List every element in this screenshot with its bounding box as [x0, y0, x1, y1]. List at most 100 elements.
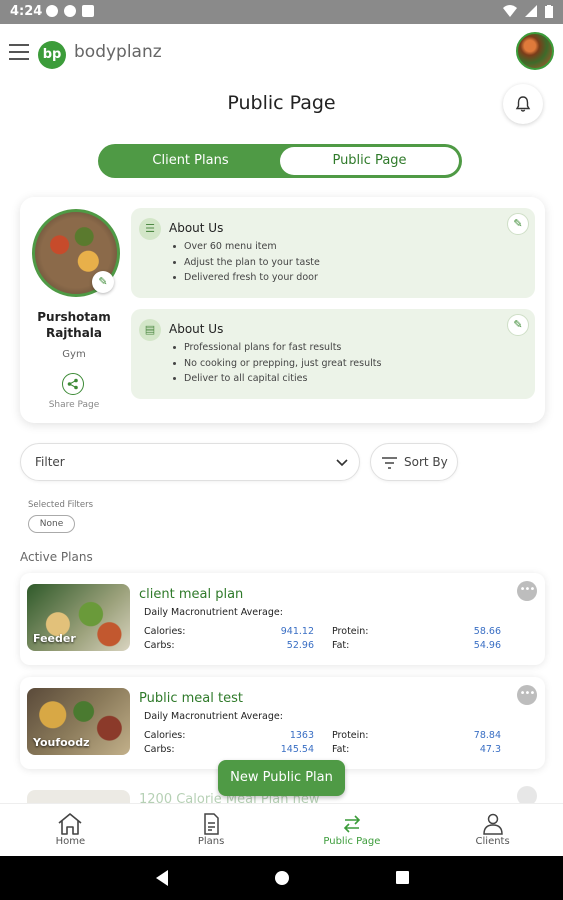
page-title: Public Page — [227, 92, 336, 114]
more-options-button[interactable]: ••• — [517, 581, 537, 601]
about-item: Professional plans for fast results — [173, 340, 381, 356]
fat-value: 54.96 — [473, 640, 501, 651]
carbs-row: Carbs: 52.96 — [144, 639, 314, 653]
edit-photo-button[interactable]: ✎ — [92, 271, 114, 293]
recent-apps-icon[interactable] — [396, 871, 409, 884]
menu-icon[interactable] — [9, 44, 29, 60]
about-title: About Us — [169, 221, 224, 235]
system-icons — [503, 5, 553, 18]
swap-arrows-icon — [343, 815, 361, 833]
nav-label: Plans — [197, 836, 225, 847]
sd-card-icon — [82, 5, 94, 17]
bell-icon — [515, 96, 531, 112]
protein-value: 78.84 — [473, 730, 501, 741]
nav-label: Public Page — [323, 836, 381, 847]
tab-public-page[interactable]: Public Page — [280, 147, 459, 175]
pencil-icon: ✎ — [513, 217, 523, 230]
fat-label: Fat: — [332, 744, 350, 755]
fat-row: Fat: 54.96 — [332, 639, 501, 653]
tab-client-plans[interactable]: Client Plans — [101, 147, 280, 175]
plan-title[interactable]: Public meal test — [139, 691, 243, 706]
calories-value: 1363 — [289, 730, 314, 741]
app-bar: bp bodyplanz — [0, 24, 563, 80]
about-title: About Us — [169, 322, 224, 336]
plan-macro-heading: Daily Macronutrient Average: — [144, 607, 283, 618]
fat-row: Fat: 47.3 — [332, 743, 501, 757]
share-button[interactable] — [62, 373, 84, 395]
more-options-button[interactable]: ••• — [517, 685, 537, 705]
brand-logo: bp — [38, 41, 66, 69]
nav-plans[interactable]: Plans — [141, 804, 282, 856]
status-time: 4:24 — [10, 4, 43, 19]
status-bar: 4:24 — [0, 0, 563, 24]
carbs-label: Carbs: — [144, 640, 175, 651]
system-navigation-bar — [0, 856, 563, 900]
calories-label: Calories: — [144, 626, 186, 637]
pencil-icon: ✎ — [513, 318, 523, 331]
fat-label: Fat: — [332, 640, 350, 651]
more-horizontal-icon: ••• — [519, 584, 536, 595]
signal-icon — [525, 5, 537, 17]
calories-row: Calories: 1363 — [144, 729, 314, 743]
document-icon — [204, 813, 219, 835]
carbs-value: 145.54 — [280, 744, 314, 755]
nav-home[interactable]: Home — [0, 804, 141, 856]
plan-brand: Youfoodz — [33, 736, 90, 749]
edit-about-button[interactable]: ✎ — [507, 314, 529, 336]
battery-icon — [545, 5, 553, 18]
plans-toggle: Client Plans Public Page — [98, 144, 462, 178]
about-section: ☰ About Us Over 60 menu item Adjust the … — [131, 208, 535, 298]
about-section: ▤ About Us Professional plans for fast r… — [131, 309, 535, 399]
about-item: Delivered fresh to your door — [173, 270, 320, 286]
about-item: Deliver to all capital cities — [173, 371, 381, 387]
carbs-label: Carbs: — [144, 744, 175, 755]
sort-button[interactable]: Sort By — [370, 443, 458, 481]
about-item: Adjust the plan to your taste — [173, 255, 320, 271]
more-horizontal-icon: ••• — [519, 688, 536, 699]
about-list: Over 60 menu item Adjust the plan to you… — [173, 239, 320, 286]
plan-image: Youfoodz — [27, 688, 130, 755]
home-circle-icon[interactable] — [275, 871, 289, 885]
sort-label: Sort By — [404, 455, 448, 469]
nav-label: Clients — [475, 836, 510, 847]
notifications-button[interactable] — [503, 84, 543, 124]
profile-card: ✎ Purshotam Rajthala Gym Share Page ☰ Ab… — [20, 197, 545, 423]
active-plans-heading: Active Plans — [20, 550, 93, 564]
share-page-label[interactable]: Share Page — [26, 400, 122, 410]
pencil-icon: ✎ — [98, 275, 108, 288]
profile-name: Purshotam Rajthala — [37, 310, 111, 340]
nav-clients[interactable]: Clients — [422, 804, 563, 856]
carbs-value: 52.96 — [286, 640, 314, 651]
nav-public-page[interactable]: Public Page — [282, 804, 423, 856]
brand-name: bodyplanz — [74, 42, 162, 62]
home-icon — [58, 813, 82, 835]
about-icon: ☰ — [139, 218, 161, 240]
notification-icons — [46, 5, 94, 17]
selected-filter-chip[interactable]: None — [28, 515, 75, 533]
edit-about-button[interactable]: ✎ — [507, 213, 529, 235]
bottom-navigation: Home Plans Public Page Clients — [0, 803, 563, 856]
back-icon[interactable] — [156, 870, 168, 886]
plan-card[interactable]: Feeder client meal plan Daily Macronutri… — [20, 573, 545, 665]
filter-dropdown[interactable]: Filter — [20, 443, 360, 481]
protein-label: Protein: — [332, 626, 369, 637]
calories-label: Calories: — [144, 730, 186, 741]
about-item: No cooking or prepping, just great resul… — [173, 356, 381, 372]
protein-row: Protein: 78.84 — [332, 729, 501, 743]
plan-image: Feeder — [27, 584, 130, 651]
protein-label: Protein: — [332, 730, 369, 741]
profile-role: Gym — [62, 349, 86, 360]
new-public-plan-button[interactable]: New Public Plan — [218, 760, 345, 796]
plan-macro-heading: Daily Macronutrient Average: — [144, 711, 283, 722]
plan-card[interactable]: Youfoodz Public meal test Daily Macronut… — [20, 677, 545, 769]
document-icon: ▤ — [139, 319, 161, 341]
fat-value: 47.3 — [479, 744, 501, 755]
user-avatar[interactable] — [516, 32, 554, 70]
plan-title[interactable]: client meal plan — [139, 587, 243, 602]
calories-row: Calories: 941.12 — [144, 625, 314, 639]
sort-icon — [382, 457, 397, 469]
filter-label: Filter — [35, 455, 65, 469]
selected-filters-label: Selected Filters — [28, 500, 94, 510]
wifi-icon — [503, 5, 517, 17]
share-icon — [67, 378, 78, 390]
